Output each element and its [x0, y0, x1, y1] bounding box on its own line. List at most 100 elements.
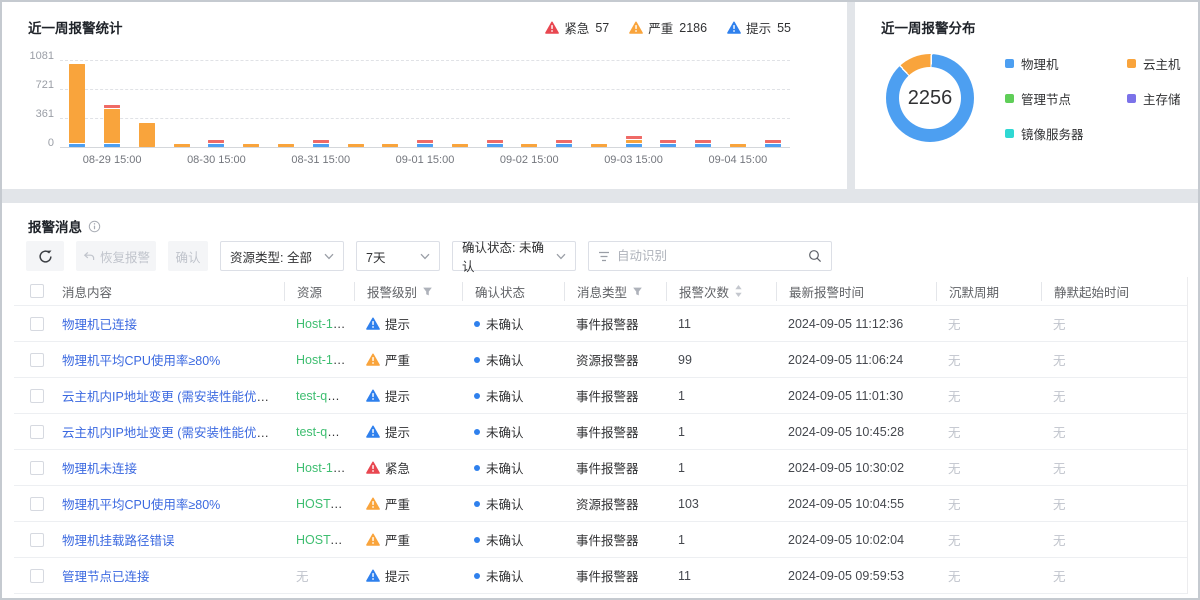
column-header-label: 资源: [297, 282, 322, 301]
y-tick-label: 361: [36, 108, 54, 120]
donut-legend: 物理机云主机管理节点主存储镜像服务器: [1005, 54, 1200, 143]
bar-segment: [104, 109, 120, 143]
message-link[interactable]: 云主机内IP地址变更 (需安装性能优化工具): [62, 390, 284, 404]
bar-chart-plot: [60, 60, 790, 148]
resource-link[interactable]: Host-172.2...: [296, 461, 354, 475]
time-cell: 2024-09-05 10:30:02: [776, 461, 936, 475]
level-cell: 严重: [354, 530, 462, 549]
bar-chart-baseline: [60, 147, 790, 148]
level-cell: 提示: [354, 422, 462, 441]
count-cell: 11: [666, 317, 776, 331]
search-input[interactable]: [617, 249, 801, 263]
filter-icon[interactable]: [422, 286, 433, 297]
bar-slot: [130, 60, 165, 147]
column-header[interactable]: 消息类型: [564, 282, 666, 301]
column-header[interactable]: 报警级别: [354, 282, 462, 301]
row-checkbox[interactable]: [30, 461, 44, 475]
bar-chart-bars: [60, 60, 790, 147]
donut-legend-label: 云主机: [1143, 54, 1181, 73]
bar-slot: [547, 60, 582, 147]
bar-slot: [303, 60, 338, 147]
level-cell: 提示: [354, 566, 462, 585]
stats-legend-item: 提示55: [727, 18, 791, 37]
silence-cell: 无: [936, 530, 1041, 549]
column-header[interactable]: 报警次数: [666, 282, 776, 301]
table-row: 物理机已连接Host-172.2...提示未确认事件报警器112024-09-0…: [14, 306, 1187, 342]
ack-label: 未确认: [486, 350, 524, 369]
donut-legend-item: 物理机: [1005, 54, 1127, 73]
row-checkbox[interactable]: [30, 569, 44, 583]
resource-link[interactable]: HOST-172....: [296, 497, 354, 511]
silence-cell: 无: [936, 422, 1041, 441]
ack-cell: 未确认: [462, 566, 564, 585]
ack-label: 未确认: [486, 422, 524, 441]
alert-triangle-icon: [366, 317, 380, 330]
message-link[interactable]: 云主机内IP地址变更 (需安装性能优化工具): [62, 426, 284, 440]
x-tick-label: 08-31 15:00: [269, 154, 373, 166]
search-icon[interactable]: [808, 249, 822, 263]
count-cell: 11: [666, 569, 776, 583]
message-link[interactable]: 物理机已连接: [62, 318, 137, 332]
resource-link[interactable]: test-qga-1-...: [296, 425, 354, 439]
donut-legend-item: 云主机: [1127, 54, 1200, 73]
message-link[interactable]: 物理机未连接: [62, 462, 137, 476]
silence-cell: 无: [936, 494, 1041, 513]
ack-state-select[interactable]: 确认状态: 未确认: [452, 241, 576, 271]
bar-segment: [695, 140, 711, 143]
bar-segment: [626, 140, 642, 143]
time-cell: 2024-09-05 11:06:24: [776, 353, 936, 367]
resource-link[interactable]: test-qga-1-...: [296, 389, 354, 403]
donut-legend-item: 主存储: [1127, 89, 1200, 108]
message-link[interactable]: 物理机挂载路径错误: [62, 534, 175, 548]
sort-icon[interactable]: [734, 284, 743, 298]
bar-segment: [208, 140, 224, 143]
count-cell: 1: [666, 425, 776, 439]
resource-link[interactable]: HOST-172....: [296, 533, 354, 547]
bar-slot: [512, 60, 547, 147]
bar-segment: [556, 140, 572, 143]
chevron-down-icon: [556, 253, 566, 260]
count-cell: 1: [666, 389, 776, 403]
row-checkbox[interactable]: [30, 389, 44, 403]
message-link[interactable]: 管理节点已连接: [62, 570, 150, 584]
refresh-button[interactable]: [26, 241, 64, 271]
row-checkbox[interactable]: [30, 353, 44, 367]
level-label: 提示: [385, 386, 410, 405]
alert-triangle-icon: [727, 21, 741, 34]
restore-alarm-button[interactable]: 恢复报警: [76, 241, 156, 271]
count-cell: 103: [666, 497, 776, 511]
filter-lines-icon: [598, 251, 610, 262]
resource-link[interactable]: Host-172.2...: [296, 317, 354, 331]
alert-triangle-icon: [366, 569, 380, 582]
donut-chart: 2256: [886, 54, 974, 142]
row-checkbox[interactable]: [30, 425, 44, 439]
ack-cell: 未确认: [462, 314, 564, 333]
silence-start-cell: 无: [1041, 386, 1187, 405]
row-checkbox[interactable]: [30, 497, 44, 511]
legend-swatch-icon: [1127, 59, 1136, 68]
restore-alarm-label: 恢复报警: [100, 247, 150, 266]
alert-triangle-icon: [366, 461, 380, 474]
bar-slot: [60, 60, 95, 147]
alarms-title: 报警消息: [28, 216, 82, 236]
row-checkbox[interactable]: [30, 533, 44, 547]
message-link[interactable]: 物理机平均CPU使用率≥80%: [62, 498, 220, 512]
message-link[interactable]: 物理机平均CPU使用率≥80%: [62, 354, 220, 368]
row-checkbox[interactable]: [30, 317, 44, 331]
weekly-alarm-distribution-card: 近一周报警分布 2256 物理机云主机管理节点主存储镜像服务器: [855, 2, 1198, 189]
filter-icon[interactable]: [632, 286, 643, 297]
resource-link[interactable]: Host-172.2...: [296, 353, 354, 367]
period-select[interactable]: 7天: [356, 241, 440, 271]
legend-swatch-icon: [1005, 59, 1014, 68]
level-label: 严重: [385, 530, 410, 549]
silence-start-cell: 无: [1041, 566, 1187, 585]
search-box: [588, 241, 832, 271]
type-cell: 事件报警器: [564, 530, 666, 549]
resource-type-select[interactable]: 资源类型: 全部: [220, 241, 344, 271]
level-cell: 严重: [354, 350, 462, 369]
select-all-checkbox[interactable]: [30, 284, 44, 298]
info-icon[interactable]: [88, 220, 101, 233]
confirm-button[interactable]: 确认: [168, 241, 208, 271]
bar-slot: [95, 60, 130, 147]
stats-legend-count: 55: [777, 21, 791, 35]
